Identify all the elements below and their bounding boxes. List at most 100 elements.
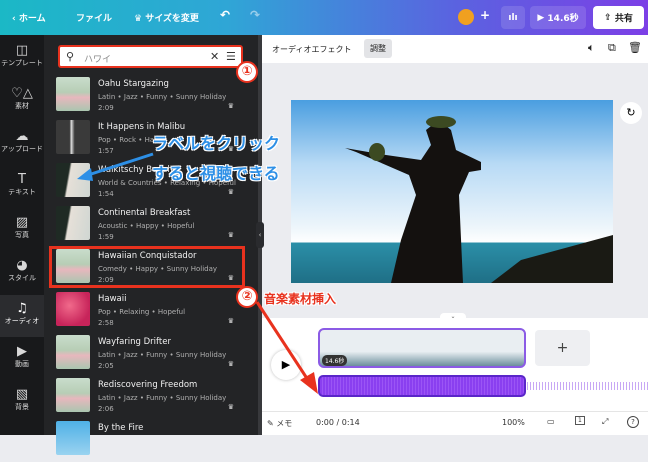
video-clip[interactable]: 14.6秒 — [318, 328, 526, 368]
audio-track[interactable] — [318, 375, 526, 397]
track-duration: 2:09 — [98, 104, 114, 112]
track-thumbnail[interactable] — [56, 120, 90, 154]
trash-icon[interactable]: 🗑︎ — [628, 41, 642, 54]
fullscreen-icon[interactable]: ⤢ — [602, 417, 608, 427]
track-thumbnail[interactable] — [56, 292, 90, 326]
sidebar-item-label: テンプレート — [1, 59, 43, 67]
notes-button[interactable]: ✎ メモ — [267, 418, 292, 429]
sidebar-item-8[interactable]: ▧ 背景 — [0, 381, 44, 423]
time-readout: 0:00 / 0:14 — [316, 418, 360, 427]
sidebar-item-label: オーディオ — [4, 317, 40, 325]
hula-dancer-silhouette — [345, 116, 613, 283]
crown-icon: ♛ — [227, 317, 234, 325]
hint-label-1: ラベルをクリック — [152, 134, 281, 153]
hint-arrow — [77, 152, 154, 181]
audio-waveform-remaining — [527, 382, 648, 390]
hint-label-2: すると視聴できる — [152, 164, 280, 183]
share-label: 共有 — [614, 14, 633, 24]
refresh-icon[interactable]: ↻ — [620, 102, 642, 124]
track-thumbnail[interactable] — [56, 77, 90, 111]
track-tags: Latin • Jazz • Funny • Sunny Holiday — [98, 394, 227, 402]
track-item[interactable]: Rediscovering Freedom Latin • Jazz • Fun… — [56, 377, 246, 419]
search-value: ハワイ — [84, 55, 112, 65]
photo-icon: ▨ — [15, 215, 29, 230]
page-count-button[interactable]: 1 — [575, 416, 585, 425]
track-item[interactable]: Hawaii Pop • Relaxing • Hopeful 2:58 ♛ — [56, 291, 246, 333]
highlight-box — [49, 246, 245, 288]
sidebar-item-3[interactable]: T テキスト — [0, 166, 44, 208]
track-duration: 1:54 — [98, 190, 114, 198]
adjust-button[interactable]: 調整 — [364, 39, 392, 58]
redo-icon[interactable]: ↷ — [250, 8, 260, 22]
share-button[interactable]: ⇪ 共有 — [593, 6, 644, 29]
sidebar-item-label: 写真 — [15, 231, 29, 239]
track-title: By the Fire — [98, 423, 144, 433]
notes-label: メモ — [276, 419, 293, 428]
file-menu[interactable]: ファイル — [76, 11, 112, 24]
track-item[interactable]: Oahu Stargazing Latin • Jazz • Funny • S… — [56, 76, 246, 118]
bottom-bar: ✎ メモ 0:00 / 0:14 100% ▭ 1 ⤢ ? — [262, 411, 648, 435]
expand-timeline-icon[interactable]: ⌄ — [440, 313, 466, 321]
sidebar-item-6[interactable]: ♫ オーディオ — [0, 295, 44, 337]
track-duration: 2:58 — [98, 319, 114, 327]
add-page-button[interactable]: + — [535, 330, 590, 366]
template-icon: ◫ — [15, 43, 29, 58]
sidebar-item-label: アップロード — [1, 145, 43, 153]
audio-effect-button[interactable]: オーディオエフェクト — [272, 44, 351, 55]
zoom-level[interactable]: 100% — [502, 418, 525, 427]
track-tags: Latin • Jazz • Funny • Sunny Holiday — [98, 93, 227, 101]
search-icon: ⚲ — [66, 50, 75, 63]
design-canvas-image[interactable] — [291, 100, 613, 283]
track-item[interactable]: By the Fire — [56, 420, 246, 462]
text-icon: T — [18, 172, 26, 187]
track-title: Oahu Stargazing — [98, 79, 169, 89]
search-input[interactable]: ⚲ ハワイ ✕ ☰ — [58, 45, 243, 68]
crown-icon: ♛ — [227, 102, 234, 110]
volume-icon[interactable]: 🔈︎ — [588, 41, 595, 55]
sidebar-item-5[interactable]: ◕ スタイル — [0, 252, 44, 294]
resize-button[interactable]: ♛ サイズを変更 — [134, 11, 199, 24]
elements-icon: ♡△ — [11, 86, 33, 101]
track-item[interactable]: Wayfaring Drifter Latin • Jazz • Funny •… — [56, 334, 246, 376]
crown-icon: ♛ — [227, 188, 234, 196]
sidebar-item-1[interactable]: ♡△ 素材 — [0, 80, 44, 122]
help-button[interactable]: ? — [627, 416, 639, 428]
audio-icon: ♫ — [16, 301, 28, 316]
undo-icon[interactable]: ↶ — [220, 8, 230, 22]
sidebar-item-2[interactable]: ☁ アップロード — [0, 123, 44, 165]
sidebar-item-label: 動画 — [15, 360, 29, 368]
avatar[interactable] — [458, 9, 474, 25]
back-home-button[interactable]: ‹ ホーム — [12, 11, 46, 24]
clear-icon[interactable]: ✕ — [210, 50, 219, 63]
play-duration: 14.6秒 — [547, 14, 579, 24]
sidebar-item-4[interactable]: ▨ 写真 — [0, 209, 44, 251]
crown-icon: ♛ — [227, 403, 234, 411]
track-thumbnail[interactable] — [56, 378, 90, 412]
context-toolbar: オーディオエフェクト 調整 🔈︎ ⧉ 🗑︎ — [262, 35, 648, 63]
track-title: Continental Breakfast — [98, 208, 191, 218]
add-member-icon[interactable]: + — [480, 8, 490, 22]
play-button[interactable]: ▶ 14.6秒 — [530, 6, 586, 29]
track-tags: Pop • Relaxing • Hopeful — [98, 308, 186, 316]
sidebar-item-label: テキスト — [8, 188, 36, 196]
upload-icon: ☁ — [15, 129, 29, 144]
background-icon: ▧ — [15, 387, 29, 402]
collapse-panel-button[interactable]: ‹ — [256, 222, 264, 248]
insights-icon[interactable]: ılı — [501, 6, 525, 29]
duplicate-icon[interactable]: ⧉ — [608, 41, 616, 55]
track-title: Hawaii — [98, 294, 127, 304]
track-title: Wayfaring Drifter — [98, 337, 171, 347]
home-label: ホーム — [18, 14, 46, 24]
track-thumbnail[interactable] — [56, 335, 90, 369]
video-icon: ▶ — [17, 344, 27, 359]
track-item[interactable]: Continental Breakfast Acoustic • Happy •… — [56, 205, 246, 247]
sidebar-item-0[interactable]: ◫ テンプレート — [0, 37, 44, 79]
track-duration: 2:06 — [98, 405, 114, 413]
grid-view-icon[interactable]: ▭ — [547, 417, 555, 426]
track-thumbnail[interactable] — [56, 421, 90, 455]
sidebar-item-label: スタイル — [8, 274, 36, 282]
sidebar-item-7[interactable]: ▶ 動画 — [0, 338, 44, 380]
track-thumbnail[interactable] — [56, 206, 90, 240]
filter-icon[interactable]: ☰ — [226, 50, 236, 63]
sidebar-nav: ◫ テンプレート ♡△ 素材 ☁ アップロード T テキスト ▨ 写真 ◕ スタイル ♫ オーディオ ▶ 動画… — [0, 35, 44, 435]
